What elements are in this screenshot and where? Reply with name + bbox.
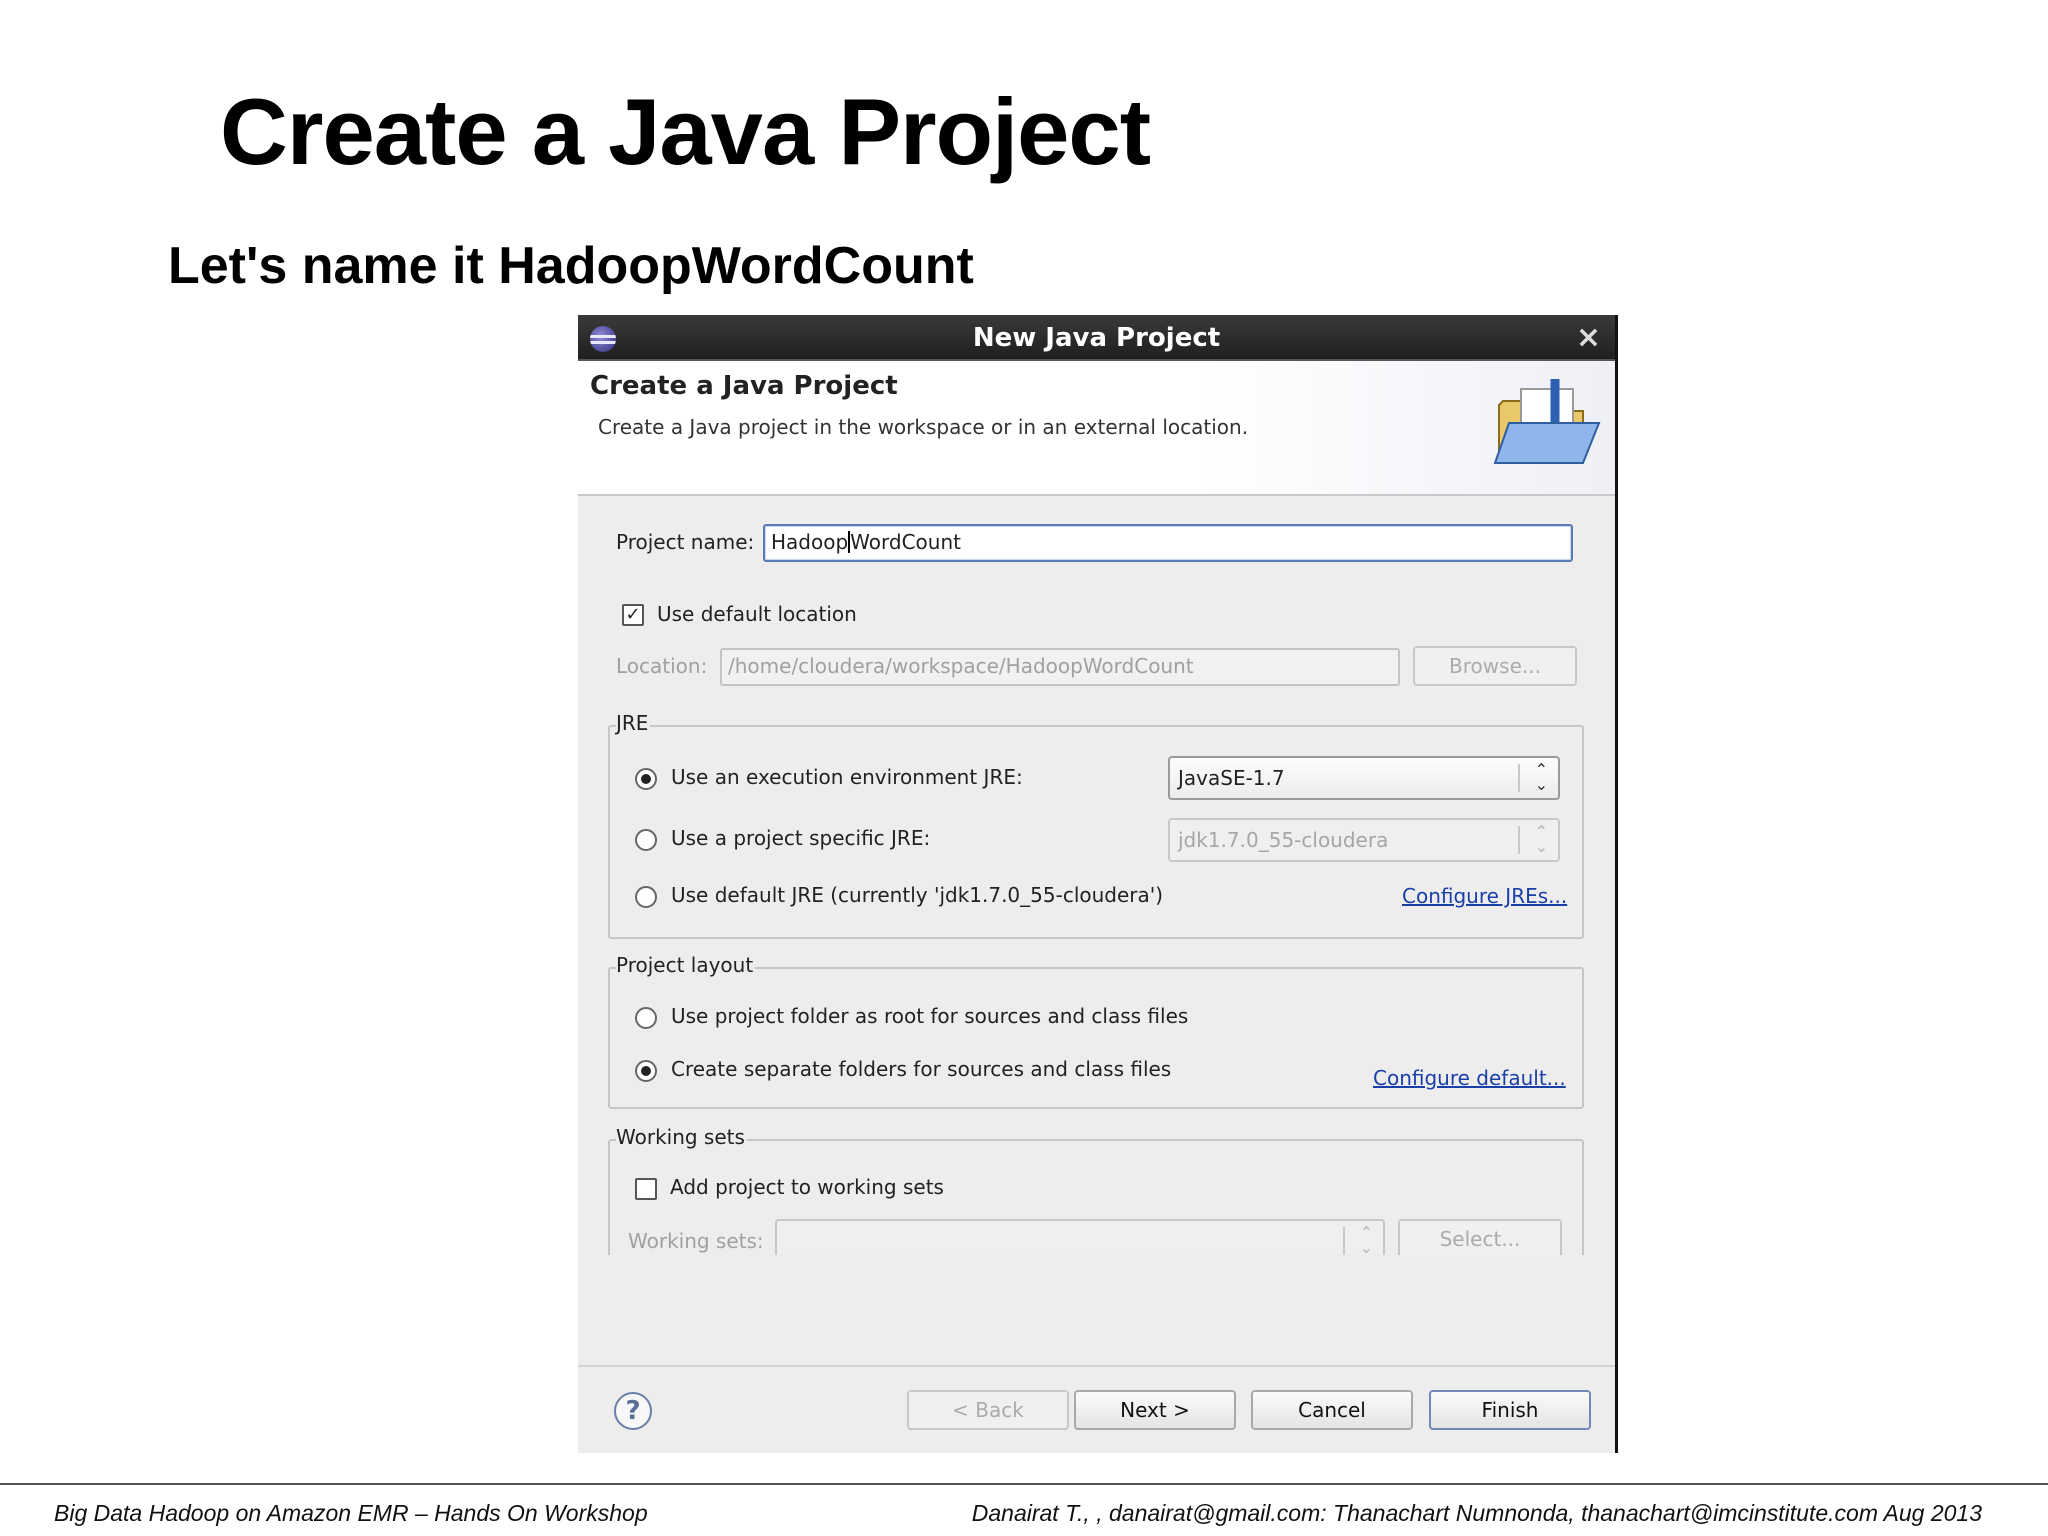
footer-right-text: Danairat T., , danairat@gmail.com: Thana…: [971, 1500, 1982, 1526]
location-input[interactable]: /home/cloudera/workspace/HadoopWordCount: [720, 648, 1400, 686]
configure-default-link[interactable]: Configure default...: [1373, 1066, 1566, 1090]
use-default-location-checkbox[interactable]: ✓: [622, 604, 644, 626]
combo-separator: [1343, 1227, 1345, 1255]
project-specific-jre-radio[interactable]: [635, 829, 657, 851]
finish-button[interactable]: Finish: [1429, 1390, 1591, 1430]
execution-env-select[interactable]: JavaSE-1.7 ⌃ ⌄: [1168, 756, 1560, 800]
up-down-arrows-icon: ⌃ ⌄: [1534, 822, 1548, 856]
java-project-folder-icon: [1493, 379, 1601, 464]
project-specific-jre-select[interactable]: jdk1.7.0_55-cloudera ⌃ ⌄: [1168, 818, 1560, 862]
location-label: Location:: [616, 654, 708, 678]
new-java-project-dialog: New Java Project × Create a Java Project…: [578, 315, 1618, 1453]
slide-subtitle: Let's name it HadoopWordCount: [168, 237, 974, 295]
jre-group-title: JRE: [616, 711, 651, 735]
project-name-input[interactable]: Hadoop WordCount: [763, 524, 1573, 562]
execution-env-label: Use an execution environment JRE:: [671, 765, 1023, 789]
layout-root-radio[interactable]: [635, 1007, 657, 1029]
default-jre-radio[interactable]: [635, 886, 657, 908]
combo-separator: [1518, 764, 1520, 792]
footer-left-text: Big Data Hadoop on Amazon EMR – Hands On…: [54, 1500, 648, 1526]
banner-description: Create a Java project in the workspace o…: [598, 415, 1249, 439]
project-layout-group-title: Project layout: [616, 953, 756, 977]
help-icon[interactable]: ?: [614, 1392, 652, 1430]
execution-env-value: JavaSE-1.7: [1178, 766, 1285, 790]
wizard-banner: Create a Java Project Create a Java proj…: [578, 361, 1615, 496]
cancel-button[interactable]: Cancel: [1251, 1390, 1413, 1430]
up-down-arrows-icon: ⌃ ⌄: [1359, 1223, 1373, 1257]
slide-title: Create a Java Project: [220, 79, 1151, 184]
working-sets-group-title: Working sets: [616, 1125, 747, 1149]
use-default-location-label: Use default location: [657, 602, 857, 626]
add-to-working-sets-checkbox[interactable]: [635, 1178, 657, 1200]
layout-separate-label: Create separate folders for sources and …: [671, 1057, 1172, 1081]
project-specific-jre-value: jdk1.7.0_55-cloudera: [1178, 828, 1389, 852]
close-icon[interactable]: ×: [1576, 321, 1601, 355]
layout-root-label: Use project folder as root for sources a…: [671, 1004, 1189, 1028]
next-button[interactable]: Next >: [1074, 1390, 1236, 1430]
working-sets-label: Working sets:: [628, 1229, 764, 1253]
browse-button[interactable]: Browse...: [1413, 646, 1577, 686]
button-bar-separator: [578, 1365, 1615, 1367]
layout-separate-radio[interactable]: [635, 1060, 657, 1082]
add-to-working-sets-label: Add project to working sets: [670, 1175, 944, 1199]
banner-title: Create a Java Project: [590, 371, 898, 401]
back-button[interactable]: < Back: [907, 1390, 1069, 1430]
footer-divider: [0, 1483, 2048, 1485]
default-jre-label: Use default JRE (currently 'jdk1.7.0_55-…: [671, 883, 1164, 907]
dialog-blank-area: [578, 1255, 1615, 1365]
execution-env-radio[interactable]: [635, 768, 657, 790]
configure-jres-link[interactable]: Configure JREs...: [1402, 884, 1567, 908]
project-specific-jre-label: Use a project specific JRE:: [671, 826, 931, 850]
combo-separator: [1518, 826, 1520, 854]
project-name-value-end: WordCount: [850, 530, 961, 554]
up-down-arrows-icon: ⌃ ⌄: [1534, 760, 1548, 794]
select-working-sets-button[interactable]: Select...: [1398, 1219, 1562, 1259]
dialog-titlebar[interactable]: New Java Project ×: [578, 315, 1615, 361]
project-name-value-start: Hadoop: [771, 530, 849, 554]
dialog-title: New Java Project: [972, 323, 1221, 353]
project-name-label: Project name:: [616, 530, 755, 554]
